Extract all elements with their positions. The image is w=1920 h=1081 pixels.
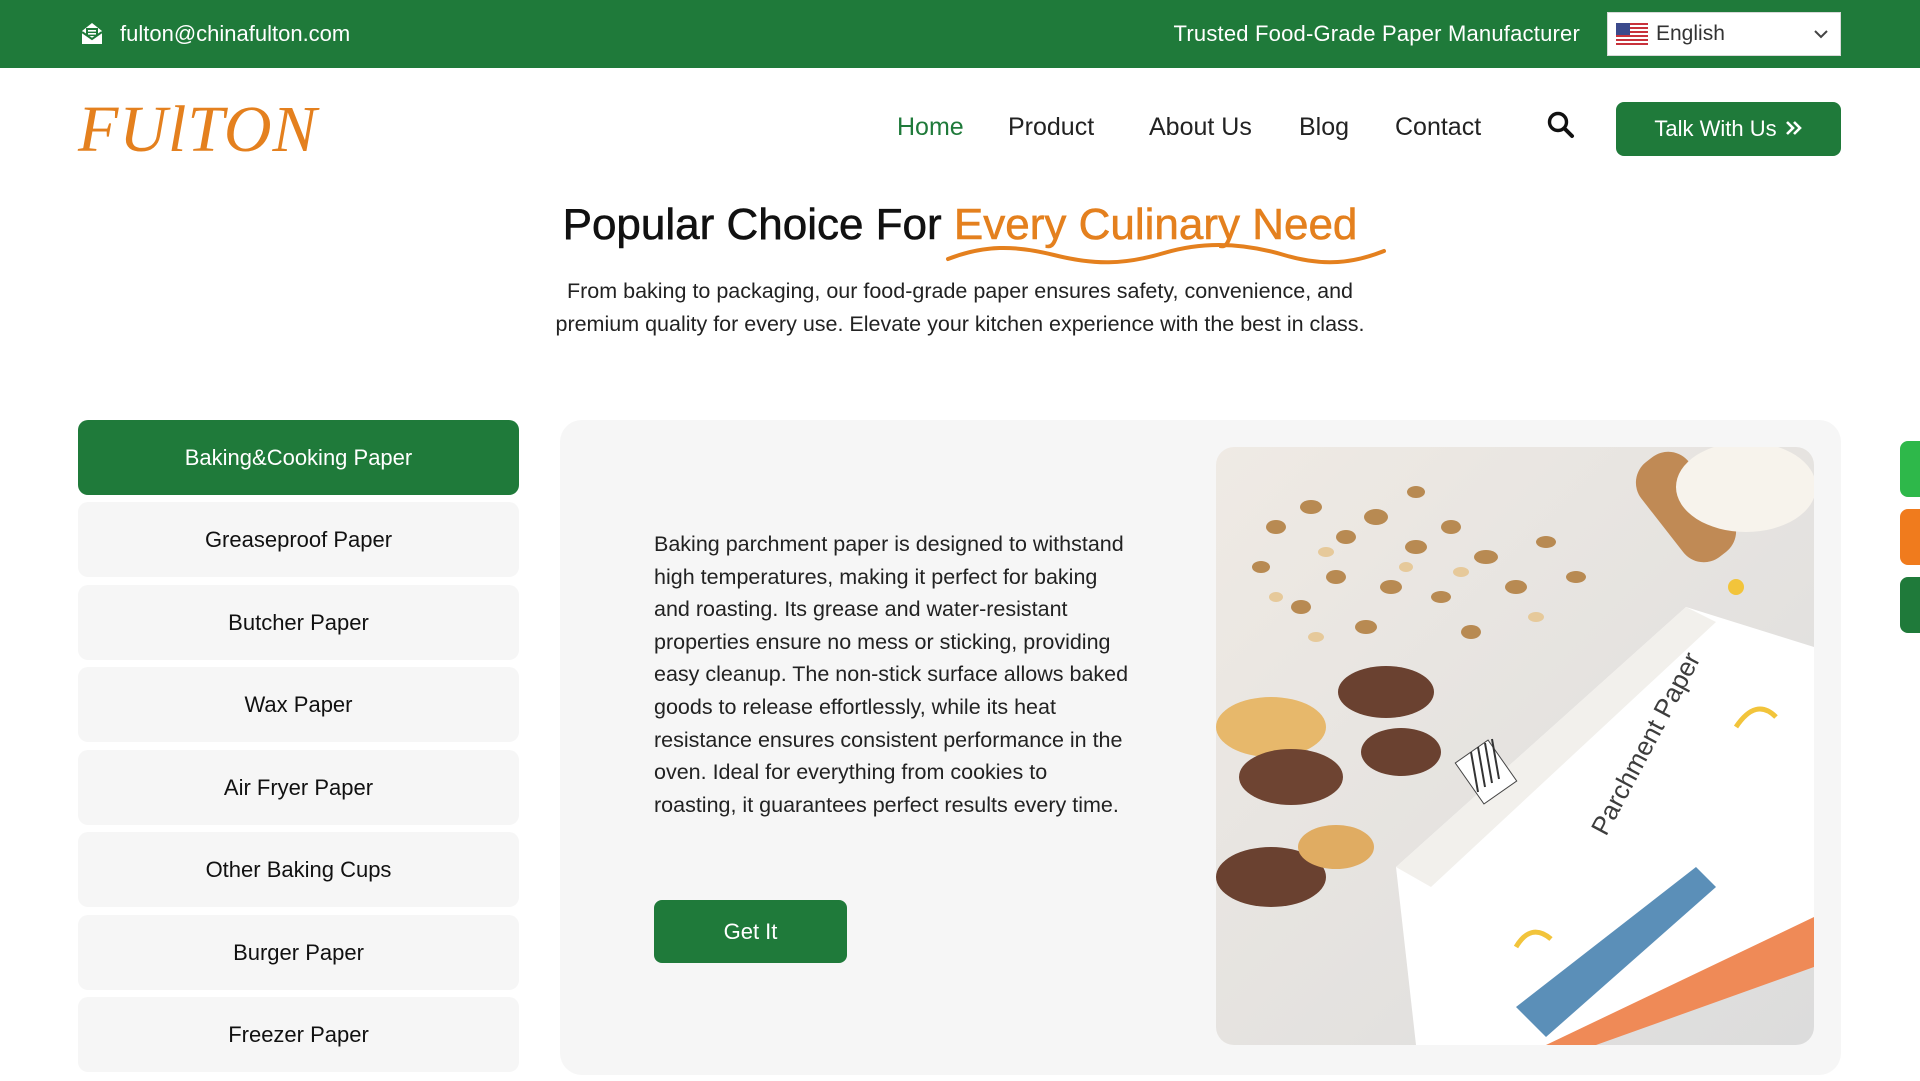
squiggle-underline <box>946 243 1386 265</box>
category-air-fryer-paper[interactable]: Air Fryer Paper <box>78 750 519 825</box>
title-prefix: Popular Choice For <box>562 200 942 250</box>
nav-product[interactable]: Product <box>1008 113 1094 142</box>
category-burger-paper[interactable]: Burger Paper <box>78 915 519 990</box>
language-label: English <box>1656 22 1725 45</box>
phone-icon[interactable] <box>1900 577 1920 633</box>
nav-home[interactable]: Home <box>897 113 964 142</box>
mail-icon <box>78 20 106 48</box>
email-text[interactable]: fulton@chinafulton.com <box>120 21 350 47</box>
category-greaseproof-paper[interactable]: Greaseproof Paper <box>78 502 519 577</box>
page-subtitle: From baking to packaging, our food-grade… <box>555 279 1365 336</box>
category-baking-cooking-paper[interactable]: Baking&Cooking Paper <box>78 420 519 495</box>
product-photo: Parchment Paper <box>1216 447 1814 1045</box>
nav-blog[interactable]: Blog <box>1299 113 1349 142</box>
category-freezer-paper[interactable]: Freezer Paper <box>78 997 519 1072</box>
get-it-button[interactable]: Get It <box>654 900 847 963</box>
language-select[interactable]: English <box>1607 12 1841 56</box>
chat-icon[interactable] <box>1900 441 1920 497</box>
talk-with-us-label: Talk With Us <box>1654 116 1777 141</box>
nav-about-us[interactable]: About Us <box>1149 113 1252 142</box>
product-description: Baking parchment paper is designed to wi… <box>654 532 1129 817</box>
category-butcher-paper[interactable]: Butcher Paper <box>78 585 519 660</box>
category-other-baking-cups[interactable]: Other Baking Cups <box>78 832 519 907</box>
top-bar: fulton@chinafulton.com Trusted Food-Grad… <box>0 0 1920 68</box>
nav-contact[interactable]: Contact <box>1395 113 1481 142</box>
email-icon[interactable] <box>1900 509 1920 565</box>
chevron-down-icon <box>1812 25 1830 43</box>
us-flag-icon <box>1616 23 1648 45</box>
category-wax-paper[interactable]: Wax Paper <box>78 667 519 742</box>
tagline: Trusted Food-Grade Paper Manufacturer <box>1173 21 1580 46</box>
talk-with-us-button[interactable]: Talk With Us <box>1616 102 1841 156</box>
search-icon[interactable] <box>1545 109 1577 141</box>
double-chevron-right-icon <box>1785 116 1803 142</box>
contact-email[interactable]: fulton@chinafulton.com <box>78 20 350 48</box>
